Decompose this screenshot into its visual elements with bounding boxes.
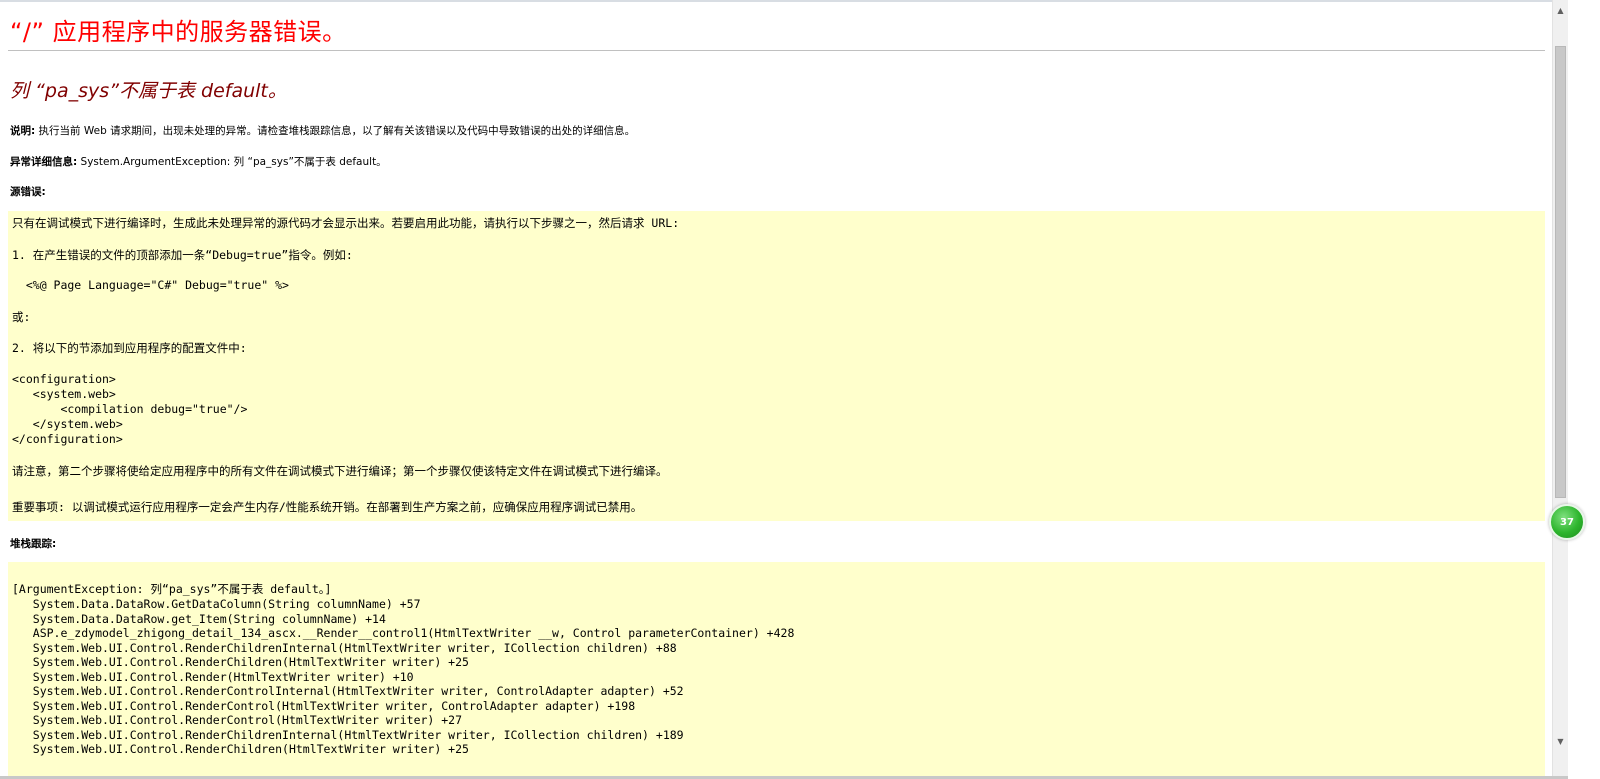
stack-line: System.Web.UI.Control.Render(HtmlTextWri… <box>12 670 414 684</box>
stack-trace-heading: 堆栈跟踪: <box>10 536 56 551</box>
code-line: 2. 将以下的节添加到应用程序的配置文件中: <box>12 341 247 355</box>
triangle-up-icon[interactable]: ▲ <box>1553 2 1568 18</box>
vertical-scrollbar[interactable]: ▲ ▼ <box>1552 0 1568 779</box>
stack-line: ASP.e_zdymodel_zhigong_detail_134_ascx._… <box>12 626 795 640</box>
stack-line: System.Web.UI.Control.RenderControl(Html… <box>12 713 463 727</box>
code-line: 或: <box>12 310 31 324</box>
triangle-down-icon[interactable]: ▼ <box>1553 733 1568 749</box>
stack-line: System.Data.DataRow.GetDataColumn(String… <box>12 597 421 611</box>
stack-line: System.Web.UI.Control.RenderChildren(Htm… <box>12 655 469 669</box>
description-line: 说明: 执行当前 Web 请求期间，出现未处理的异常。请检查堆栈跟踪信息，以了解… <box>10 123 635 138</box>
code-line: <system.web> <box>12 387 116 401</box>
stack-line: System.Web.UI.Control.RenderChildrenInte… <box>12 728 684 742</box>
description-text: 执行当前 Web 请求期间，出现未处理的异常。请检查堆栈跟踪信息，以了解有关该错… <box>35 125 636 137</box>
stack-line: [ArgumentException: 列“pa_sys”不属于表 defaul… <box>12 582 332 596</box>
code-line: 只有在调试模式下进行编译时，生成此未处理异常的源代码才会显示出来。若要启用此功能… <box>12 216 680 230</box>
title-separator <box>8 50 1545 51</box>
exception-details-line: 异常详细信息: System.ArgumentException: 列 “pa_… <box>10 154 387 169</box>
source-error-box: 只有在调试模式下进行编译时，生成此未处理异常的源代码才会显示出来。若要启用此功能… <box>8 211 1545 521</box>
stack-trace-box: [ArgumentException: 列“pa_sys”不属于表 defaul… <box>8 562 1545 779</box>
description-label: 说明: <box>10 125 36 137</box>
error-page: “/” 应用程序中的服务器错误。 列 “pa_sys”不属于表 default。… <box>0 0 1552 779</box>
stack-line: System.Web.UI.Control.RenderControlInter… <box>12 684 684 698</box>
code-line: </system.web> <box>12 417 123 431</box>
badge-count: 37 <box>1560 516 1574 528</box>
code-line: <configuration> <box>12 372 116 386</box>
code-line: 请注意，第二个步骤将使给定应用程序中的所有文件在调试模式下进行编译；第一个步骤仅… <box>12 464 668 478</box>
source-error-label: 源错误: <box>10 186 46 198</box>
error-message: 列 “pa_sys”不属于表 default。 <box>10 80 287 102</box>
exception-details-text: System.ArgumentException: 列 “pa_sys”不属于表… <box>77 156 387 168</box>
code-line: 重要事项: 以调试模式运行应用程序一定会产生内存/性能系统开销。在部署到生产方案… <box>12 500 643 514</box>
stack-line: System.Web.UI.Control.RenderChildrenInte… <box>12 641 677 655</box>
page-title: “/” 应用程序中的服务器错误。 <box>10 18 347 46</box>
stack-line: System.Data.DataRow.get_Item(String colu… <box>12 612 386 626</box>
code-line: </configuration> <box>12 432 123 446</box>
stack-trace-label: 堆栈跟踪: <box>10 538 57 550</box>
stack-line: System.Web.UI.Control.RenderChildren(Htm… <box>12 742 469 756</box>
code-line: <%@ Page Language="C#" Debug="true" %> <box>12 278 289 292</box>
window-right-margin <box>1568 0 1600 779</box>
source-error-heading: 源错误: <box>10 184 46 199</box>
scrollbar-thumb[interactable] <box>1555 46 1566 498</box>
exception-details-label: 异常详细信息: <box>10 156 78 168</box>
floating-badge[interactable]: 37 <box>1549 504 1585 540</box>
stack-line: System.Web.UI.Control.RenderControl(Html… <box>12 699 636 713</box>
code-line: <compilation debug="true"/> <box>12 402 248 416</box>
code-line: 1. 在产生错误的文件的顶部添加一条“Debug=true”指令。例如: <box>12 248 353 262</box>
